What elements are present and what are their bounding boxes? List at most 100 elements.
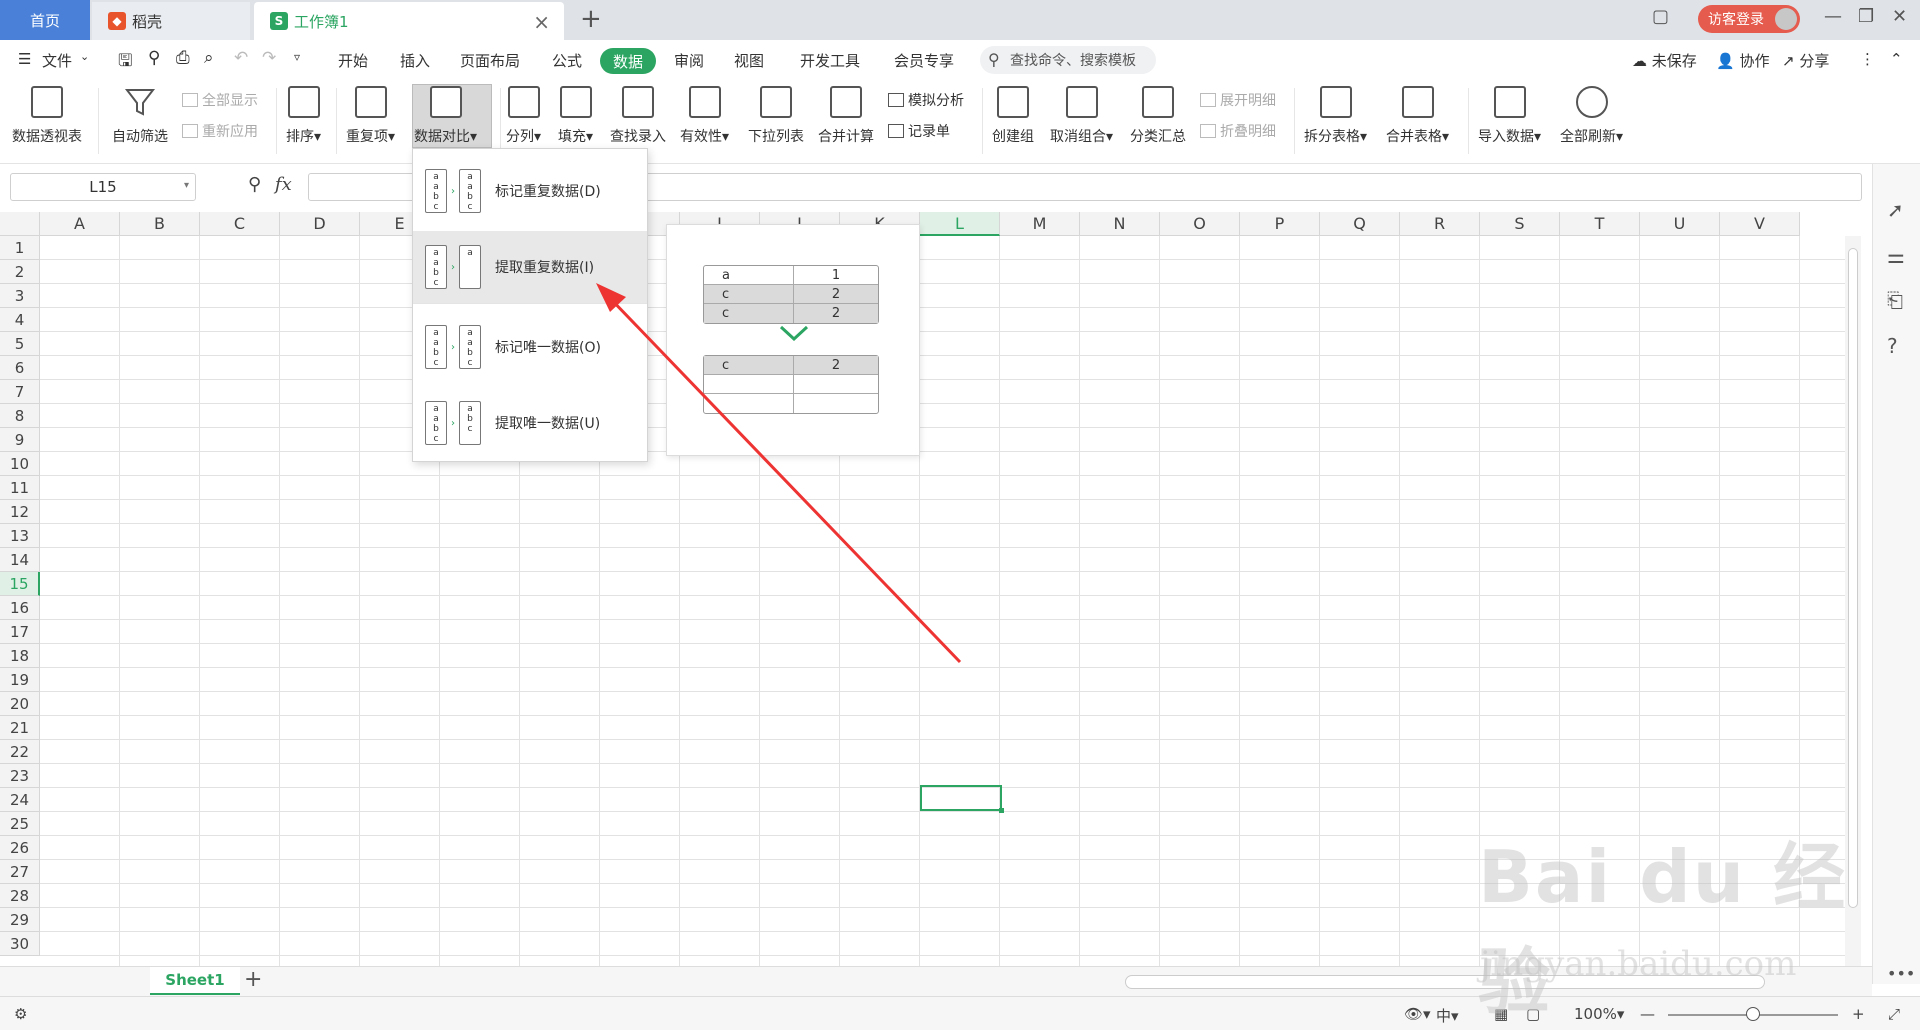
create-group-button[interactable]: 创建组: [992, 86, 1034, 146]
reapply-button[interactable]: 重新应用: [182, 121, 258, 141]
row-header[interactable]: 4: [0, 308, 40, 332]
row-header[interactable]: 28: [0, 884, 40, 908]
row-header[interactable]: 14: [0, 548, 40, 572]
save-icon[interactable]: 🖫: [118, 48, 132, 77]
row-header[interactable]: 18: [0, 644, 40, 668]
split-table-button[interactable]: 拆分表格▾: [1304, 86, 1367, 146]
tab-daoke[interactable]: ◆ 稻壳: [92, 2, 250, 40]
close-window-icon[interactable]: ✕: [1892, 6, 1907, 27]
row-header[interactable]: 22: [0, 740, 40, 764]
shape-icon[interactable]: ⎗: [1887, 288, 1903, 312]
row-header[interactable]: 8: [0, 404, 40, 428]
row-header[interactable]: 29: [0, 908, 40, 932]
mark-duplicates-item[interactable]: aabc › aabc 标记重复数据(D): [413, 155, 647, 227]
command-search[interactable]: ⚲ 查找命令、搜索模板: [980, 46, 1156, 74]
close-tab-icon[interactable]: ×: [533, 10, 550, 34]
restore-icon[interactable]: ❐: [1858, 6, 1874, 27]
column-header[interactable]: N: [1080, 212, 1160, 236]
row-header[interactable]: 24: [0, 788, 40, 812]
sheet-tab-sheet1[interactable]: Sheet1: [150, 967, 240, 995]
menu-data[interactable]: 数据: [600, 48, 656, 74]
print-icon[interactable]: ⎙: [176, 48, 190, 68]
row-header[interactable]: 27: [0, 860, 40, 884]
row-header[interactable]: 26: [0, 836, 40, 860]
more-icon[interactable]: ⋮: [1860, 50, 1875, 68]
column-header[interactable]: U: [1640, 212, 1720, 236]
split-column-button[interactable]: 分列▾: [506, 86, 541, 146]
collab-button[interactable]: 👤 协作: [1716, 50, 1769, 71]
column-header[interactable]: D: [280, 212, 360, 236]
record-form-button[interactable]: 记录单: [888, 121, 950, 141]
lookup-entry-button[interactable]: 查找录入: [610, 86, 666, 146]
pivot-table-button[interactable]: 数据透视表: [12, 86, 82, 146]
column-header[interactable]: T: [1560, 212, 1640, 236]
chevron-down-icon[interactable]: ⌄: [80, 50, 89, 63]
menu-formula[interactable]: 公式: [552, 50, 582, 71]
row-header[interactable]: 5: [0, 332, 40, 356]
row-header[interactable]: 23: [0, 764, 40, 788]
subtotal-button[interactable]: 分类汇总: [1130, 86, 1186, 146]
row-header[interactable]: 9: [0, 428, 40, 452]
row-header[interactable]: 6: [0, 356, 40, 380]
expand-detail-button[interactable]: 展开明细: [1200, 90, 1276, 110]
select-cursor-icon[interactable]: ➚: [1887, 198, 1904, 222]
menu-page-layout[interactable]: 页面布局: [460, 50, 520, 71]
consolidate-button[interactable]: 合并计算: [818, 86, 874, 146]
select-all-corner[interactable]: [0, 212, 40, 236]
column-header[interactable]: L: [920, 212, 1000, 236]
row-header[interactable]: 16: [0, 596, 40, 620]
eye-protection-icon[interactable]: 👁▾: [1404, 1005, 1431, 1023]
import-data-button[interactable]: 导入数据▾: [1478, 86, 1541, 146]
extract-duplicates-item[interactable]: aabc › a 提取重复数据(I): [413, 231, 647, 303]
menu-view[interactable]: 视图: [734, 50, 764, 71]
mark-unique-item[interactable]: aabc › aabc 标记唯一数据(O): [413, 311, 647, 383]
column-header[interactable]: R: [1400, 212, 1480, 236]
row-header[interactable]: 19: [0, 668, 40, 692]
menu-insert[interactable]: 插入: [400, 50, 430, 71]
column-header[interactable]: A: [40, 212, 120, 236]
menu-developer[interactable]: 开发工具: [800, 50, 860, 71]
fill-button[interactable]: 填充▾: [558, 86, 593, 146]
help-icon[interactable]: ?: [1887, 334, 1898, 358]
extract-unique-item[interactable]: aabc › abc 提取唯一数据(U): [413, 387, 647, 459]
print-preview-icon[interactable]: ⌕: [204, 48, 214, 68]
row-header[interactable]: 2: [0, 260, 40, 284]
column-header[interactable]: C: [200, 212, 280, 236]
vertical-scroll-thumb[interactable]: [1848, 248, 1858, 908]
row-header[interactable]: 30: [0, 932, 40, 956]
macro-icon[interactable]: ⚙: [14, 1005, 27, 1023]
menu-review[interactable]: 审阅: [674, 50, 704, 71]
row-header[interactable]: 20: [0, 692, 40, 716]
menu-member[interactable]: 会员专享: [894, 50, 954, 71]
menu-start[interactable]: 开始: [338, 50, 368, 71]
collapse-detail-button[interactable]: 折叠明细: [1200, 121, 1276, 141]
hamburger-icon[interactable]: ☰: [18, 50, 31, 68]
duplicates-button[interactable]: 重复项▾: [346, 86, 395, 146]
merge-table-button[interactable]: 合并表格▾: [1386, 86, 1449, 146]
add-sheet-button[interactable]: +: [244, 967, 262, 992]
compare-button[interactable]: 数据对比▾: [414, 86, 477, 146]
active-cell-L15[interactable]: [920, 785, 1004, 813]
tab-workbook[interactable]: S 工作簿1 ×: [254, 2, 564, 40]
column-header[interactable]: P: [1240, 212, 1320, 236]
name-box[interactable]: L15 ▾: [10, 173, 196, 201]
row-header[interactable]: 25: [0, 812, 40, 836]
collapse-ribbon-icon[interactable]: ⌃: [1890, 50, 1903, 68]
window-layout-icon[interactable]: ▢: [1652, 6, 1669, 27]
autofilter-button[interactable]: 自动筛选: [112, 86, 168, 146]
zoom-formula-icon[interactable]: ⚲: [248, 174, 261, 195]
column-header[interactable]: M: [1000, 212, 1080, 236]
row-header[interactable]: 7: [0, 380, 40, 404]
column-header[interactable]: Q: [1320, 212, 1400, 236]
refresh-all-button[interactable]: 全部刷新▾: [1560, 86, 1623, 146]
input-method-icon[interactable]: 中▾: [1436, 1005, 1459, 1026]
format-painter-icon[interactable]: ⚲: [148, 48, 160, 68]
row-header[interactable]: 13: [0, 524, 40, 548]
dropdown-list-button[interactable]: 下拉列表: [748, 86, 804, 146]
adjust-icon[interactable]: ⚌: [1887, 244, 1905, 268]
row-header[interactable]: 17: [0, 620, 40, 644]
quick-access-dropdown-icon[interactable]: ▿: [294, 50, 300, 64]
row-header[interactable]: 3: [0, 284, 40, 308]
row-header[interactable]: 21: [0, 716, 40, 740]
login-button[interactable]: 访客登录: [1698, 5, 1800, 33]
